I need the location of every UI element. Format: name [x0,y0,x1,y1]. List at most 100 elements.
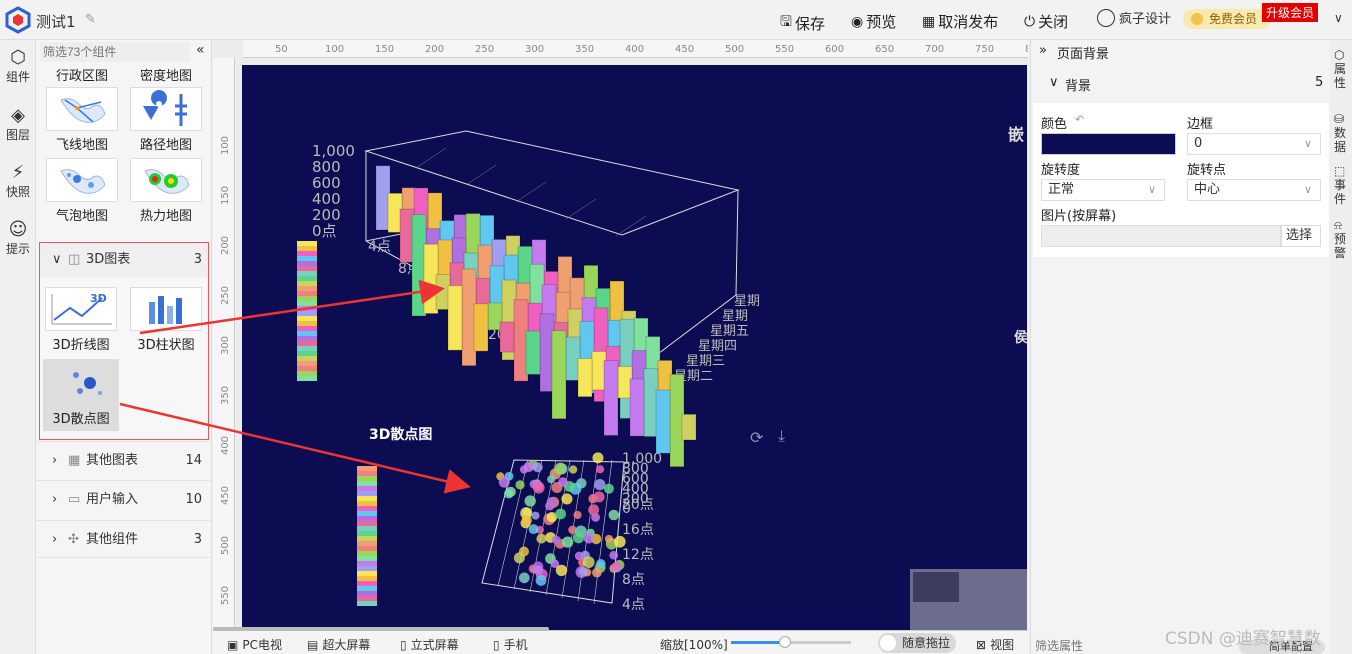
scatter3d-z-label: 4点 [622,597,645,613]
legend-gradient-stripe [357,516,377,521]
legend-gradient-stripe [357,466,377,471]
zoom-slider-knob[interactable] [779,636,791,648]
zoom-slider[interactable] [731,636,851,648]
rail-snapshot[interactable]: ⚡ 快照 [0,163,36,200]
close-button[interactable]: ⏻ 关闭 [1024,11,1068,32]
group-3d-header[interactable]: ∨ ◫ 3D图表 3 [40,243,208,277]
screen-icon: ▤ [307,637,319,652]
rail-alerts[interactable]: ⍾ 预警 [1334,218,1352,260]
legend-gradient-stripe [297,336,317,341]
save-icon: 🖫 [780,14,792,30]
chevron-down-icon[interactable]: ∨ [1334,11,1343,25]
component-route-map[interactable]: 路径地图 [128,87,204,153]
minimap-viewport[interactable] [913,572,959,602]
ruler-top-label: 650 [875,44,895,55]
rotate-select[interactable]: 正常 ∨ [1041,179,1165,201]
bottom-bar: ▣ PC电视 ▤ 超大屏幕 ▯ 立式屏幕 ▯ 手机 缩放[100%] 随意拖拉 ⊠ 视图 [213,627,1028,654]
component-3d-scatter[interactable]: 3D散点图 [43,359,119,431]
rail-layers[interactable]: ◈ 图层 [0,106,36,143]
group-other-components[interactable]: › ✣ 其他组件 3 [36,520,212,558]
device-phone[interactable]: ▯ 手机 [493,636,528,653]
device-pc[interactable]: ▣ PC电视 [227,636,282,653]
user-menu[interactable]: 疯子设计 [1097,8,1171,27]
device-vertical[interactable]: ▯ 立式屏幕 [400,636,459,653]
component-density-map[interactable]: 密度地图 [128,65,204,84]
reset-icon[interactable]: ↶ [1075,113,1084,126]
properties-panel: » 页面背景 ∨ 背景 5 颜色 ↶ 边框 0 ∨ 旋转度 正常 ∨ 旋转点 中心 ∨… [1030,40,1330,654]
scatter3d-point [576,478,587,489]
legend-gradient-stripe [297,241,317,246]
refresh-icon[interactable]: ⟳ [750,428,763,447]
legend-gradient-stripe [357,496,377,501]
unpublish-button[interactable]: ▦ 取消发布 [922,11,998,32]
scatter3d-point [612,561,621,571]
component-filter-input[interactable] [40,42,190,62]
coin-icon [1191,13,1203,25]
ruler-top-label: 350 [575,44,595,55]
ruler-top-label: 450 [675,44,695,55]
scatter3d-point [515,480,525,490]
component-3d-line[interactable]: 3D 3D折线图 [43,287,119,353]
component-heat-map[interactable]: 热力地图 [128,158,204,224]
save-button[interactable]: 🖫 保存 [780,11,825,35]
legend-gradient-stripe [297,311,317,316]
legend-gradient-stripe [297,256,317,261]
bulb-icon: ☺ [8,219,28,240]
bubble-map-icon [46,158,118,202]
color-picker[interactable] [1041,133,1176,155]
expand-icon[interactable]: » [1039,43,1047,58]
scatter3d-point [561,493,573,505]
legend-gradient-stripe [357,476,377,481]
ruler-top-label: 400 [625,44,645,55]
rail-data[interactable]: ⛁ 数据 [1334,112,1352,154]
edge-text-2: 侯 [1014,330,1027,346]
pivot-select[interactable]: 中心 ∨ [1187,179,1321,201]
legend-gradient-stripe [297,306,317,311]
ruler-top-label: 500 [725,44,745,55]
canvas-content: 1,0008006004002000点4点8点12点16点20点星期星期星期五星… [297,130,760,613]
rail-tips[interactable]: ☺ 提示 [0,220,36,257]
legend-gradient-stripe [297,276,317,281]
chevron-down-icon: ∨ [1049,75,1059,90]
component-bubble-map[interactable]: 气泡地图 [44,158,120,224]
preview-button[interactable]: ◉ 预览 [851,11,896,32]
legend-gradient-stripe [297,301,317,306]
component-district-map[interactable]: 行政区图 [44,65,120,84]
rail-events[interactable]: ⬚ 事件 [1334,164,1352,206]
project-title[interactable]: 测试1 [36,11,76,32]
component-flyline-map[interactable]: 飞线地图 [44,87,120,153]
ruler-left: 100 150 200 250 300 350 400 450 500 550 [213,58,235,633]
group-other-charts[interactable]: › ▦ 其他图表 14 [36,441,212,479]
group-user-input[interactable]: › ▭ 用户输入 10 [36,480,212,518]
device-big-screen[interactable]: ▤ 超大屏幕 [307,636,370,653]
section-background-header[interactable]: ∨ 背景 5 [1031,68,1331,98]
legend-gradient-stripe [297,346,317,351]
legend-gradient-stripe [297,331,317,336]
legend-gradient-stripe [297,271,317,276]
rail-components[interactable]: ⬡ 组件 [0,48,36,85]
chevron-down-icon: ∨ [52,252,62,267]
horizontal-scrollbar[interactable] [213,627,549,631]
3d-line-chart-icon: 3D [45,287,117,331]
edit-title-icon[interactable]: ✎ [85,12,96,27]
legend-gradient-stripe [357,506,377,511]
design-canvas[interactable]: 1,0008006004002000点4点8点12点16点20点星期星期星期五星… [242,65,1027,631]
legend-gradient-stripe [357,546,377,551]
ruler-left-label: 550 [220,585,232,606]
vip-badge[interactable]: 免费会员 [1183,9,1271,29]
border-select[interactable]: 0 ∨ [1187,133,1321,155]
legend-gradient-stripe [357,601,377,606]
choose-image-button[interactable]: 选择 [1281,225,1321,247]
component-3d-bar[interactable]: 3D柱状图 [128,287,204,353]
download-icon[interactable]: ⤓ [778,426,785,446]
minimap[interactable] [910,569,1027,631]
free-drag-toggle[interactable]: 随意拖拉 [878,633,956,653]
view-button[interactable]: ⊠ 视图 [976,636,1014,653]
collapse-icon[interactable]: « [196,42,205,58]
upgrade-button[interactable]: 升级会员 [1262,3,1319,22]
rail-properties[interactable]: ⬡ 属性 [1334,48,1352,90]
image-input[interactable] [1041,225,1281,247]
legend-gradient-stripe [297,366,317,371]
bar3d-z-label: 星期五 [710,324,749,339]
ruler-top-label: 300 [525,44,545,55]
